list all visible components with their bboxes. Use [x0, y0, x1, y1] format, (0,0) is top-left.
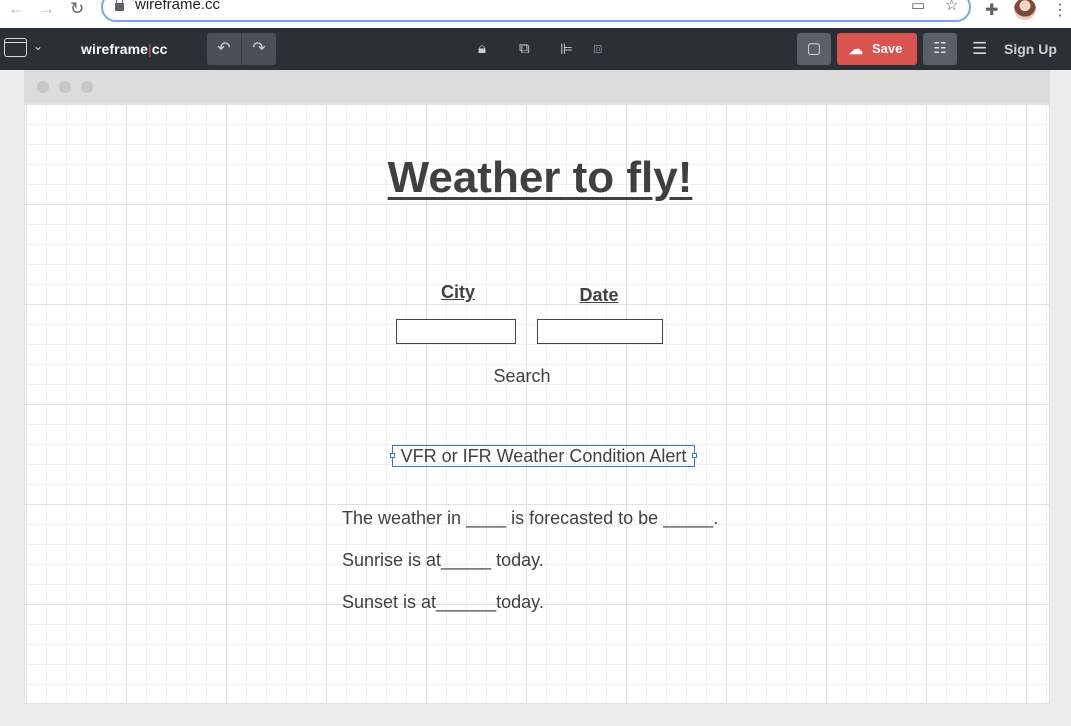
resize-handle-right[interactable] [692, 453, 697, 458]
cast-icon[interactable]: ▭ [911, 0, 925, 14]
save-button[interactable]: ☁ Save [837, 33, 917, 65]
undo-redo-group: ↶ ↷ [207, 33, 276, 65]
page-title[interactable]: Weather to fly! [25, 153, 1049, 203]
wireframe-canvas[interactable]: Weather to fly! City Date Search VFR or … [24, 103, 1050, 704]
hamburger-menu-icon[interactable]: ☰ [972, 39, 987, 59]
window-dot [59, 81, 71, 93]
align-icon[interactable]: ⊫ [560, 40, 573, 58]
reload-icon[interactable]: ↻ [70, 0, 84, 20]
address-bar[interactable]: wireframe.cc ▭ ☆ [101, 0, 971, 22]
search-button[interactable]: Search [471, 366, 573, 387]
arrange-icon[interactable]: ⧈ [593, 40, 603, 57]
city-label[interactable]: City [415, 282, 501, 303]
alert-text: VFR or IFR Weather Condition Alert [400, 446, 687, 466]
comment-icon: ▢ [806, 40, 822, 57]
forward-icon[interactable]: → [38, 0, 55, 20]
resize-handle-left[interactable] [390, 453, 395, 458]
brand-logo[interactable]: wireframe|cc [81, 41, 168, 57]
bookmark-star-icon[interactable]: ☆ [945, 0, 958, 14]
window-frame-bar [24, 70, 1050, 103]
brand-left: wireframe [81, 41, 149, 57]
back-icon[interactable]: ← [8, 0, 25, 20]
sunset-line[interactable]: Sunset is at______today. [342, 592, 544, 613]
window-icon[interactable] [4, 38, 27, 57]
sunrise-line[interactable]: Sunrise is at_____ today. [342, 550, 544, 571]
comment-button[interactable]: ▢ [797, 33, 831, 65]
lock-element-icon[interactable]: 🔒︎ [478, 40, 486, 57]
window-dot [37, 81, 49, 93]
redo-icon[interactable]: ↷ [242, 38, 276, 58]
brand-right: cc [151, 41, 168, 57]
window-dot [81, 81, 93, 93]
profile-avatar[interactable] [1014, 0, 1036, 20]
save-label: Save [872, 41, 903, 56]
cloud-upload-icon: ☁ [849, 41, 863, 57]
settings-button[interactable]: ☷ [923, 33, 957, 65]
duplicate-icon[interactable]: ⧉ [519, 40, 530, 57]
chevron-down-icon[interactable]: ⌄ [33, 39, 43, 53]
browser-chrome: ← → ↻ wireframe.cc ▭ ☆ ✚ ⋮ [0, 0, 1071, 28]
browser-menu-icon[interactable]: ⋮ [1052, 0, 1068, 20]
url-text[interactable]: wireframe.cc [135, 0, 220, 13]
weather-alert-selected[interactable]: VFR or IFR Weather Condition Alert [390, 445, 697, 467]
city-input[interactable] [396, 319, 516, 344]
date-input[interactable] [537, 319, 663, 344]
sign-up-link[interactable]: Sign Up [1004, 41, 1057, 57]
date-label[interactable]: Date [556, 285, 642, 306]
app-toolbar: ⌄ wireframe|cc ↶ ↷ 🔒︎ ⧉ ⊫ ⧈ ▢ ☁ Save ☷ ☰… [0, 28, 1071, 70]
sliders-icon: ☷ [933, 40, 947, 57]
undo-icon[interactable]: ↶ [207, 38, 241, 58]
lock-icon [115, 0, 124, 11]
forecast-line[interactable]: The weather in ____ is forecasted to be … [342, 508, 718, 529]
extensions-icon[interactable]: ✚ [985, 0, 998, 20]
